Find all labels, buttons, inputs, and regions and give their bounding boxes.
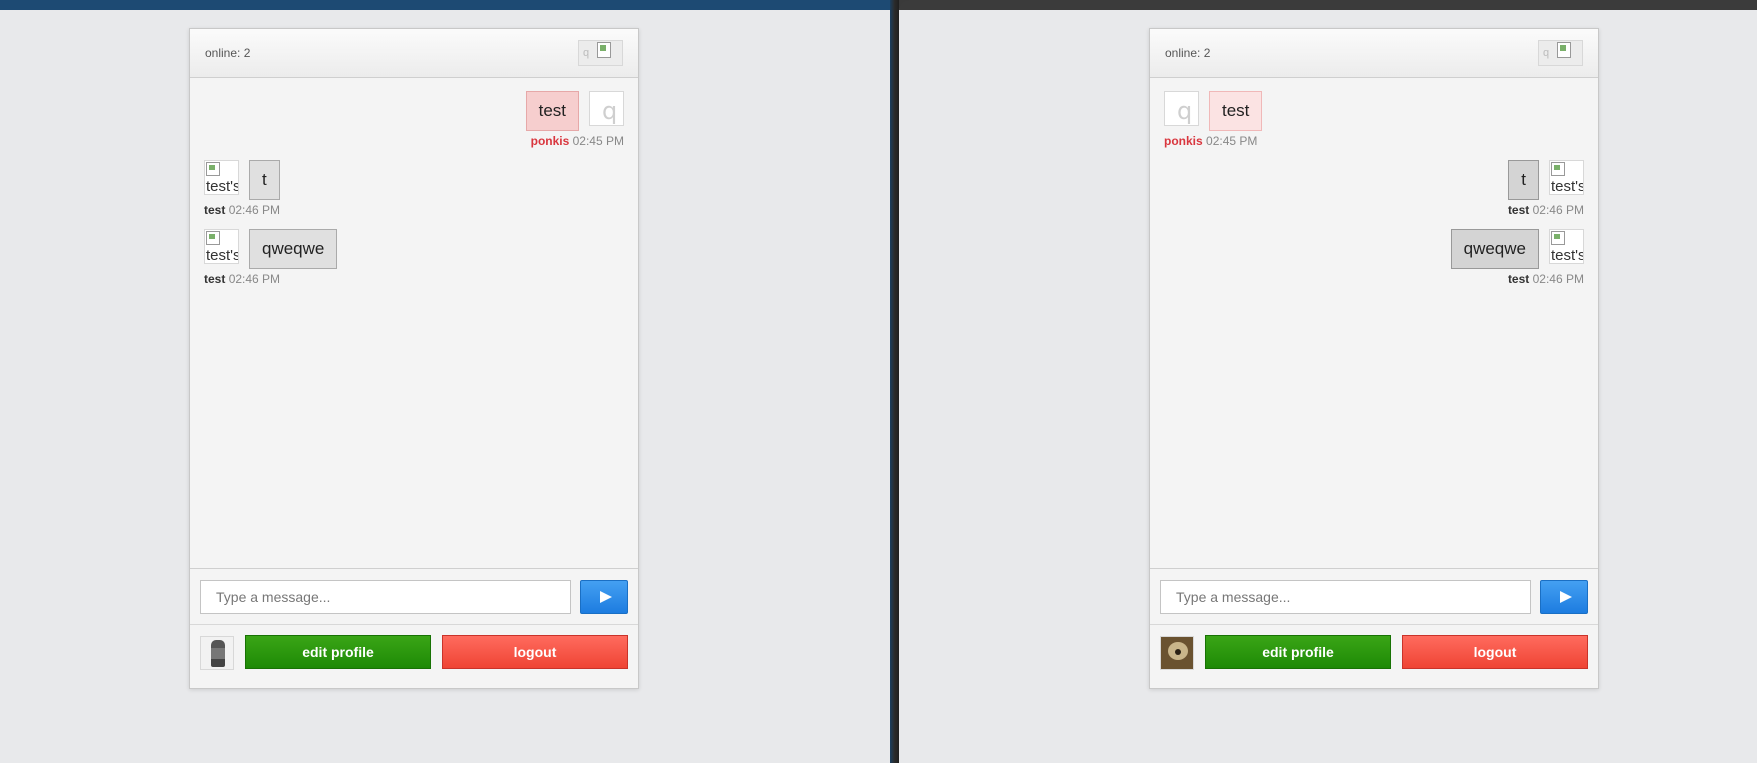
composer bbox=[1150, 569, 1598, 625]
message-bubble: test bbox=[1209, 91, 1263, 131]
chat-panel: online: 2 q q test ponkis 02:45 PM t tes… bbox=[1149, 28, 1599, 689]
user-avatar[interactable] bbox=[1160, 636, 1194, 670]
message-item: test q ponkis 02:45 PM bbox=[204, 91, 624, 148]
message-time: 02:46 PM bbox=[228, 203, 281, 217]
message-avatar: q bbox=[1164, 91, 1199, 126]
online-count: online: 2 bbox=[205, 46, 251, 60]
message-time: 02:45 PM bbox=[572, 134, 624, 148]
avatar-alt-text: test's bbox=[206, 247, 239, 264]
left-browser-window: online: 2 q test q ponkis 02:45 PM test'… bbox=[0, 0, 890, 763]
header-avatar[interactable]: q bbox=[578, 40, 623, 66]
message-time: 02:46 PM bbox=[1532, 272, 1584, 286]
message-username: test bbox=[204, 272, 226, 286]
message-username: ponkis bbox=[1164, 134, 1203, 148]
right-browser-window: online: 2 q q test ponkis 02:45 PM t tes… bbox=[899, 0, 1757, 763]
message-meta: ponkis 02:45 PM bbox=[204, 134, 624, 148]
online-count: online: 2 bbox=[1165, 46, 1211, 60]
logout-button[interactable]: logout bbox=[1402, 635, 1588, 669]
message-input[interactable] bbox=[1160, 580, 1531, 614]
message-meta: test 02:46 PM bbox=[1164, 203, 1584, 217]
message-meta: test 02:46 PM bbox=[204, 272, 624, 286]
message-meta: test 02:46 PM bbox=[204, 203, 624, 217]
logout-button[interactable]: logout bbox=[442, 635, 628, 669]
broken-image-icon bbox=[1551, 231, 1565, 245]
user-avatar[interactable] bbox=[200, 636, 234, 670]
broken-image-icon bbox=[597, 42, 611, 58]
header-avatar-letter: q bbox=[583, 47, 590, 59]
message-avatar: q bbox=[589, 91, 624, 126]
chat-footer: edit profile logout bbox=[190, 625, 638, 680]
chat-panel: online: 2 q test q ponkis 02:45 PM test'… bbox=[189, 28, 639, 689]
broken-image-icon bbox=[1551, 162, 1565, 176]
message-meta: ponkis 02:45 PM bbox=[1164, 134, 1584, 148]
message-item: test's t test 02:46 PM bbox=[204, 160, 624, 217]
window-divider bbox=[890, 0, 899, 763]
header-avatar[interactable]: q bbox=[1538, 40, 1583, 66]
avatar-glyph: q bbox=[1177, 97, 1193, 125]
broken-image-icon bbox=[206, 231, 220, 245]
message-bubble: qweqwe bbox=[249, 229, 338, 269]
message-list[interactable]: test q ponkis 02:45 PM test's t test 02:… bbox=[190, 78, 638, 569]
broken-image-icon bbox=[206, 162, 220, 176]
message-bubble: test bbox=[525, 91, 579, 131]
message-time: 02:45 PM bbox=[1206, 134, 1258, 148]
edit-profile-button[interactable]: edit profile bbox=[1205, 635, 1391, 669]
broken-image-icon bbox=[1557, 42, 1571, 58]
message-username: test bbox=[1507, 203, 1530, 217]
avatar-alt-text: test's bbox=[1551, 247, 1584, 264]
send-button[interactable] bbox=[580, 580, 628, 614]
avatar-figure bbox=[211, 640, 225, 667]
avatar-glyph: q bbox=[602, 97, 618, 125]
send-button[interactable] bbox=[1540, 580, 1588, 614]
message-bubble: t bbox=[1508, 160, 1539, 200]
message-username: test bbox=[1507, 272, 1530, 286]
chat-header: online: 2 q bbox=[1150, 29, 1598, 78]
message-avatar: test's bbox=[1549, 229, 1584, 264]
chat-header: online: 2 q bbox=[190, 29, 638, 78]
header-avatar-letter: q bbox=[1543, 47, 1550, 59]
message-time: 02:46 PM bbox=[1532, 203, 1584, 217]
message-username: ponkis bbox=[530, 134, 570, 148]
message-bubble: qweqwe bbox=[1450, 229, 1539, 269]
message-meta: test 02:46 PM bbox=[1164, 272, 1584, 286]
message-bubble: t bbox=[249, 160, 280, 200]
message-item: q test ponkis 02:45 PM bbox=[1164, 91, 1584, 148]
message-avatar: test's bbox=[204, 160, 239, 195]
avatar-alt-text: test's bbox=[206, 178, 239, 195]
message-username: test bbox=[204, 203, 226, 217]
message-avatar: test's bbox=[204, 229, 239, 264]
message-item: t test's test 02:46 PM bbox=[1164, 160, 1584, 217]
message-list[interactable]: q test ponkis 02:45 PM t test's test 02:… bbox=[1150, 78, 1598, 569]
message-time: 02:46 PM bbox=[228, 272, 281, 286]
chat-footer: edit profile logout bbox=[1150, 625, 1598, 680]
avatar-figure bbox=[1168, 642, 1188, 660]
avatar-alt-text: test's bbox=[1551, 178, 1584, 195]
message-item: qweqwe test's test 02:46 PM bbox=[1164, 229, 1584, 286]
message-avatar: test's bbox=[1549, 160, 1584, 195]
edit-profile-button[interactable]: edit profile bbox=[245, 635, 431, 669]
message-item: test's qweqwe test 02:46 PM bbox=[204, 229, 624, 286]
message-input[interactable] bbox=[200, 580, 571, 614]
composer bbox=[190, 569, 638, 625]
